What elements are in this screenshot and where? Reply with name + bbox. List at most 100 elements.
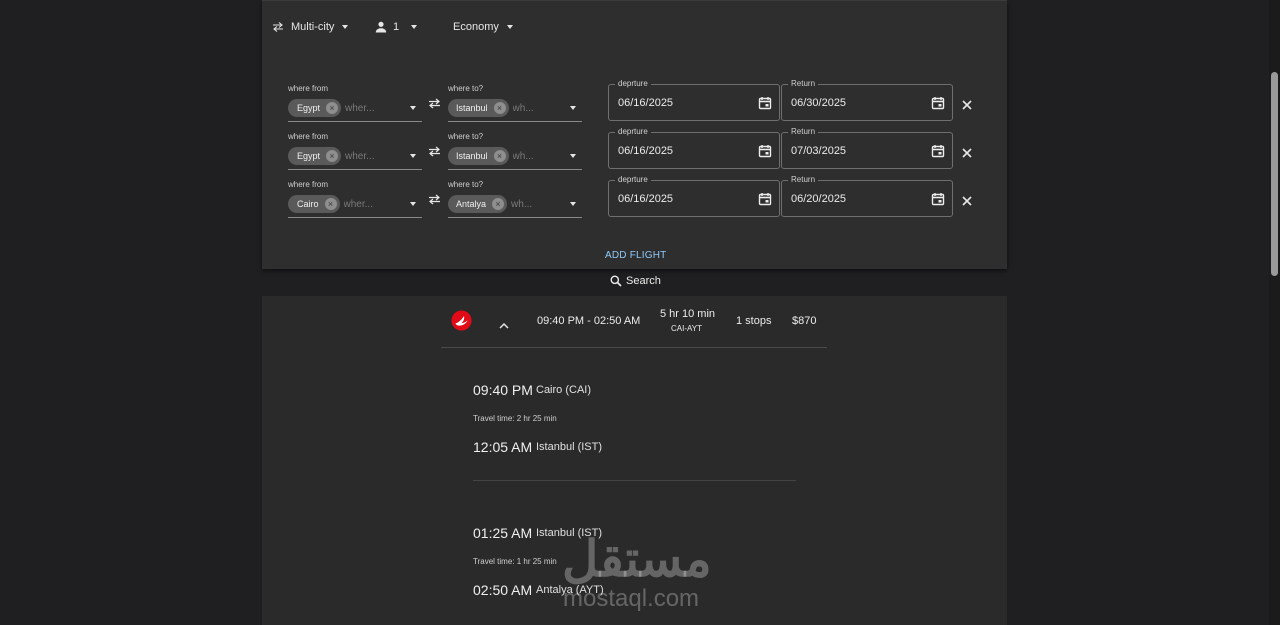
origin-chip-label: Cairo: [297, 199, 319, 209]
flight-stops: 1 stops: [736, 315, 772, 327]
chip-remove-icon[interactable]: ×: [493, 150, 506, 162]
calendar-button[interactable]: [931, 192, 945, 211]
departure-time: 09:40 PM: [473, 382, 533, 398]
travel-time: Travel time: 1 hr 25 min: [473, 557, 557, 566]
collapse-button[interactable]: [499, 316, 509, 334]
watermark-latin: mostaql.com: [563, 585, 700, 612]
trip-type-value: Multi-city: [291, 21, 335, 33]
where-to-field[interactable]: Antalya × wh...: [448, 191, 582, 218]
destination-chip-label: Antalya: [456, 199, 487, 209]
destination-chip: Istanbul ×: [448, 99, 509, 117]
swap-button[interactable]: [428, 192, 441, 210]
trip-type-select[interactable]: Multi-city: [272, 21, 349, 33]
flight-duration: 5 hr 10 min: [660, 308, 716, 320]
flight-times: 09:40 PM - 02:50 AM: [537, 315, 641, 327]
chevron-down-icon[interactable]: [570, 106, 576, 110]
departure-place: Cairo (CAI): [536, 384, 592, 396]
return-date-value[interactable]: 07/03/2025: [791, 145, 846, 157]
passengers-select[interactable]: 1: [375, 21, 418, 33]
remove-leg-button[interactable]: [962, 193, 972, 211]
departure-date-field[interactable]: deprture 06/16/2025: [608, 127, 780, 169]
passengers-value: 1: [393, 21, 400, 33]
chip-remove-icon[interactable]: ×: [326, 102, 339, 114]
return-date-value[interactable]: 06/30/2025: [791, 97, 846, 109]
calendar-icon: [931, 145, 945, 158]
where-to-input[interactable]: wh...: [511, 199, 570, 210]
departure-date-value[interactable]: 06/16/2025: [618, 97, 673, 109]
scrollbar-thumb[interactable]: [1271, 72, 1278, 276]
where-to-label: where to?: [448, 84, 484, 93]
flight-price: $870: [792, 315, 817, 327]
chip-remove-icon[interactable]: ×: [324, 198, 337, 210]
calendar-icon: [931, 97, 945, 110]
where-from-field[interactable]: Cairo × wher...: [288, 191, 422, 218]
departure-date-value[interactable]: 06/16/2025: [618, 193, 673, 205]
where-from-label: where from: [288, 84, 329, 93]
person-icon: [375, 21, 387, 33]
chevron-down-icon[interactable]: [410, 106, 416, 110]
chevron-up-icon: [499, 322, 509, 329]
origin-chip: Egypt ×: [288, 99, 342, 117]
return-date-value[interactable]: 06/20/2025: [791, 193, 846, 205]
where-to-input[interactable]: wh...: [513, 103, 570, 114]
chevron-down-icon: [506, 25, 513, 29]
where-from-input[interactable]: wher...: [345, 151, 410, 162]
calendar-icon: [758, 97, 772, 110]
chip-remove-icon[interactable]: ×: [326, 150, 339, 162]
where-to-label: where to?: [448, 132, 484, 141]
calendar-button[interactable]: [931, 144, 945, 163]
add-flight-button[interactable]: ADD FLIGHT: [605, 250, 666, 261]
where-from-field[interactable]: Egypt × wher...: [288, 95, 422, 122]
swap-button[interactable]: [428, 144, 441, 162]
where-from-label: where from: [288, 132, 329, 141]
departure-date-value[interactable]: 06/16/2025: [618, 145, 673, 157]
chevron-down-icon[interactable]: [570, 154, 576, 158]
return-date-field[interactable]: Return 06/20/2025: [781, 175, 953, 217]
origin-chip: Egypt ×: [288, 147, 342, 165]
calendar-button[interactable]: [758, 144, 772, 163]
arrival-place: Istanbul (IST): [536, 441, 603, 453]
turkish-airlines-logo-icon: [451, 310, 472, 331]
divider: [441, 347, 827, 348]
return-date-field[interactable]: Return 06/30/2025: [781, 79, 953, 121]
airline-logo: [451, 310, 472, 336]
return-label: Return: [788, 175, 819, 184]
calendar-button[interactable]: [931, 96, 945, 115]
chip-remove-icon[interactable]: ×: [493, 102, 506, 114]
search-button[interactable]: Search: [610, 275, 661, 287]
destination-chip-label: Istanbul: [456, 151, 488, 161]
segment-divider: [473, 480, 796, 481]
calendar-button[interactable]: [758, 96, 772, 115]
departure-date-field[interactable]: deprture 06/16/2025: [608, 175, 780, 217]
chevron-down-icon[interactable]: [570, 202, 576, 206]
chevron-down-icon[interactable]: [410, 154, 416, 158]
remove-leg-button[interactable]: [962, 97, 972, 115]
flight-route: CAI-AYT: [671, 324, 702, 333]
where-to-field[interactable]: Istanbul × wh...: [448, 95, 582, 122]
where-from-input[interactable]: wher...: [344, 199, 410, 210]
cabin-class-select[interactable]: Economy: [453, 21, 513, 33]
calendar-icon: [931, 193, 945, 206]
departure-label: deprture: [615, 127, 651, 136]
departure-date-field[interactable]: deprture 06/16/2025: [608, 79, 780, 121]
departure-time: 01:25 AM: [473, 525, 533, 541]
where-from-field[interactable]: Egypt × wher...: [288, 143, 422, 170]
chevron-down-icon[interactable]: [410, 202, 416, 206]
chip-remove-icon[interactable]: ×: [492, 198, 505, 210]
origin-chip-label: Egypt: [297, 151, 321, 161]
close-icon: [962, 196, 972, 206]
watermark-arabic: مستقل: [562, 531, 712, 587]
calendar-icon: [758, 145, 772, 158]
remove-leg-button[interactable]: [962, 145, 972, 163]
where-to-label: where to?: [448, 180, 484, 189]
return-date-field[interactable]: Return 07/03/2025: [781, 127, 953, 169]
arrival-time: 02:50 AM: [473, 582, 533, 598]
where-to-input[interactable]: wh...: [513, 151, 570, 162]
return-label: Return: [788, 79, 819, 88]
return-label: Return: [788, 127, 819, 136]
where-to-field[interactable]: Istanbul × wh...: [448, 143, 582, 170]
calendar-button[interactable]: [758, 192, 772, 211]
close-icon: [962, 148, 972, 158]
swap-button[interactable]: [428, 96, 441, 114]
where-from-input[interactable]: wher...: [345, 103, 410, 114]
